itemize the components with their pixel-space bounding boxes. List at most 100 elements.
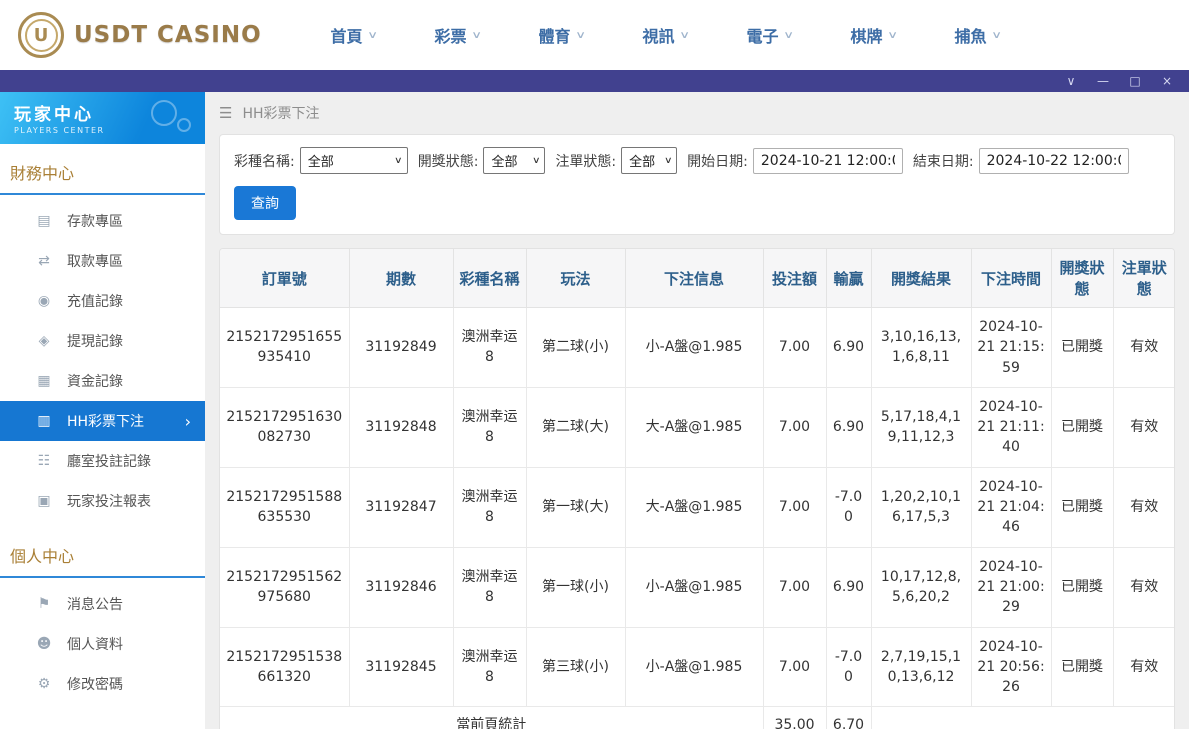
cell-win: 6.90 (826, 547, 871, 627)
header-play: 玩法 (526, 249, 625, 308)
sidebar-item-label: 修改密碼 (67, 674, 123, 694)
nav-item-lottery[interactable]: 彩票 ∨ (406, 23, 510, 47)
sidebar-item-recharge-record[interactable]: ◉ 充值記錄 (0, 281, 205, 321)
query-button[interactable]: 查詢 (234, 186, 296, 220)
sidebar-header-decoration (151, 100, 177, 126)
cell-result: 10,17,12,8,5,6,20,2 (871, 547, 971, 627)
nav-item-label: 電子 (746, 23, 778, 47)
breadcrumb: ☰ HH彩票下注 (219, 92, 1175, 134)
cell-order-id: 2152172951588635530 (220, 467, 349, 547)
chevron-down-icon: ∨ (992, 30, 1003, 41)
sidebar-header: 玩家中心 PLAYERS CENTER (0, 92, 205, 144)
cell-order-status: 有效 (1113, 308, 1175, 388)
cell-period: 31192849 (349, 308, 453, 388)
cell-bet-info: 大-A盤@1.985 (625, 387, 763, 467)
cell-time: 2024-10-21 21:04:46 (971, 467, 1051, 547)
sidebar-item-hh-lottery-bets[interactable]: ▥ HH彩票下注 › (0, 401, 205, 441)
header-bet-info: 下注信息 (625, 249, 763, 308)
chevron-down-icon: ∨ (576, 30, 587, 41)
cell-order-status: 有效 (1113, 467, 1175, 547)
menu-icon[interactable]: ☰ (219, 104, 232, 122)
nav-item-label: 體育 (538, 23, 570, 47)
cell-order-id: 2152172951655935410 (220, 308, 349, 388)
sidebar-item-withdraw[interactable]: ⇄ 取款專區 (0, 241, 205, 281)
window-minimize-button[interactable]: — (1087, 70, 1119, 92)
header-lottery: 彩種名稱 (453, 249, 526, 308)
window-maximize-button[interactable]: □ (1119, 70, 1151, 92)
logo[interactable]: U USDT CASINO (18, 12, 262, 58)
sidebar-item-room-bet-record[interactable]: ☷ 廳室投註記錄 (0, 441, 205, 481)
app-window: U USDT CASINO 首頁 ∨ 彩票 ∨ 體育 ∨ 視訊 ∨ 電子 (0, 0, 1189, 729)
room-record-icon: ☷ (36, 453, 52, 469)
cell-win: 6.90 (826, 387, 871, 467)
sidebar-item-label: 存款專區 (67, 211, 123, 231)
table-row: 2152172951562975680 31192846 澳洲幸运8 第一球(小… (220, 547, 1175, 627)
chevron-down-icon: ∨ (664, 156, 673, 166)
start-date-label: 開始日期: (687, 151, 748, 171)
sidebar-item-cash-record[interactable]: ◈ 提現記錄 (0, 321, 205, 361)
sidebar-item-announcements[interactable]: ⚑ 消息公告 (0, 584, 205, 624)
nav-item-label: 棋牌 (850, 23, 882, 47)
table-row: 2152172951630082730 31192848 澳洲幸运8 第二球(大… (220, 387, 1175, 467)
end-date-input[interactable] (979, 148, 1129, 174)
table-row: 2152172951588635530 31192847 澳洲幸运8 第一球(大… (220, 467, 1175, 547)
profile-icon: ☻ (36, 636, 52, 652)
personal-section-items: ⚑ 消息公告 ☻ 個人資料 ⚙ 修改密碼 (0, 578, 205, 710)
nav-item-video[interactable]: 視訊 ∨ (614, 23, 718, 47)
cell-bet-info: 小-A盤@1.985 (625, 547, 763, 627)
sidebar-item-change-password[interactable]: ⚙ 修改密碼 (0, 664, 205, 704)
sidebar-item-label: HH彩票下注 (67, 411, 144, 431)
cell-order-id: 2152172951630082730 (220, 387, 349, 467)
order-status-filter: 注單狀態: 全部 ∨ (555, 147, 677, 174)
lottery-bet-icon: ▥ (36, 413, 52, 429)
cell-order-status: 有效 (1113, 547, 1175, 627)
sidebar-item-player-bet-report[interactable]: ▣ 玩家投注報表 (0, 481, 205, 521)
nav-item-sports[interactable]: 體育 ∨ (510, 23, 614, 47)
window-title-bar: ∨ — □ × (0, 70, 1189, 92)
filter-row: 彩種名稱: 全部 ∨ 開獎狀態: 全部 ∨ 注單 (234, 147, 1160, 174)
draw-status-filter-label: 開獎狀態: (418, 151, 479, 171)
nav-item-label: 首頁 (330, 23, 362, 47)
lottery-filter: 彩種名稱: 全部 ∨ (234, 147, 408, 174)
sidebar-item-label: 玩家投注報表 (67, 491, 151, 511)
bets-table: 訂單號 期數 彩種名稱 玩法 下注信息 投注額 輸贏 開獎結果 下注時間 開獎狀… (220, 249, 1175, 729)
finance-section-items: ▤ 存款專區 ⇄ 取款專區 ◉ 充值記錄 ◈ 提現記錄 ▦ 資金記錄 (0, 195, 205, 527)
nav-item-fishing[interactable]: 捕魚 ∨ (926, 23, 1030, 47)
sidebar-item-label: 個人資料 (67, 634, 123, 654)
order-status-select[interactable]: 全部 ∨ (621, 147, 677, 174)
window-close-button[interactable]: × (1151, 70, 1183, 92)
cell-period: 31192847 (349, 467, 453, 547)
header-time: 下注時間 (971, 249, 1051, 308)
lottery-filter-label: 彩種名稱: (234, 151, 295, 171)
cell-win: -7.00 (826, 627, 871, 707)
nav-item-chess[interactable]: 棋牌 ∨ (822, 23, 926, 47)
cell-amount: 7.00 (763, 627, 826, 707)
nav-item-home[interactable]: 首頁 ∨ (302, 23, 406, 47)
draw-status-filter: 開獎狀態: 全部 ∨ (418, 147, 546, 174)
sidebar-item-label: 充值記錄 (67, 291, 123, 311)
cell-result: 1,20,2,10,16,17,5,3 (871, 467, 971, 547)
cell-draw-status: 已開獎 (1051, 547, 1113, 627)
logo-text: USDT CASINO (74, 22, 262, 48)
lottery-select[interactable]: 全部 ∨ (300, 147, 408, 174)
sidebar-item-funds-record[interactable]: ▦ 資金記錄 (0, 361, 205, 401)
cash-record-icon: ◈ (36, 333, 52, 349)
filter-panel: 彩種名稱: 全部 ∨ 開獎狀態: 全部 ∨ 注單 (219, 134, 1175, 235)
cell-draw-status: 已開獎 (1051, 387, 1113, 467)
sidebar-item-profile[interactable]: ☻ 個人資料 (0, 624, 205, 664)
draw-status-select[interactable]: 全部 ∨ (483, 147, 545, 174)
nav-item-electronic[interactable]: 電子 ∨ (718, 23, 822, 47)
sidebar-header-decoration (177, 118, 191, 132)
sidebar-item-deposit[interactable]: ▤ 存款專區 (0, 201, 205, 241)
funds-record-icon: ▦ (36, 373, 52, 389)
section-finance-center: 財務中心 (0, 160, 205, 195)
sidebar-item-label: 提現記錄 (67, 331, 123, 351)
cell-time: 2024-10-21 21:11:40 (971, 387, 1051, 467)
header-order-status: 注單狀態 (1113, 249, 1175, 308)
start-date-input[interactable] (753, 148, 903, 174)
recharge-record-icon: ◉ (36, 293, 52, 309)
cell-bet-info: 小-A盤@1.985 (625, 627, 763, 707)
cell-play: 第一球(小) (526, 547, 625, 627)
cell-period: 31192845 (349, 627, 453, 707)
window-chevron-button[interactable]: ∨ (1055, 70, 1087, 92)
